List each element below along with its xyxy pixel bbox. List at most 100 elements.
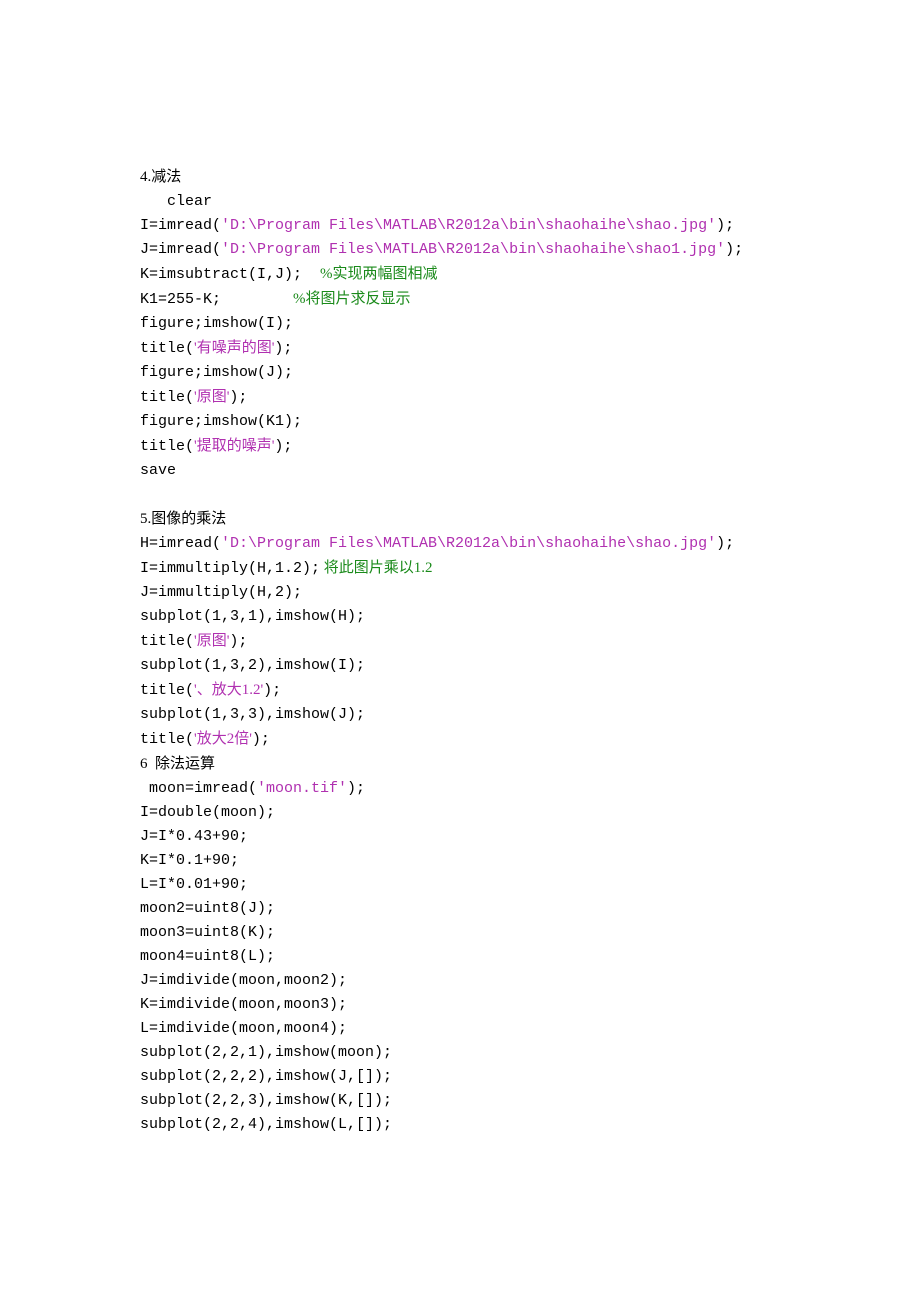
text: subplot(1,3,1),imshow(H); [140, 608, 365, 625]
code-line: J=imread('D:\Program Files\MATLAB\R2012a… [140, 238, 780, 262]
text: save [140, 462, 176, 479]
text: subplot(1,3,3),imshow(J); [140, 706, 365, 723]
code-line: title('原图'); [140, 629, 780, 654]
code-line: subplot(2,2,2),imshow(J,[]); [140, 1065, 780, 1089]
string: '原图' [194, 389, 229, 405]
code-line: I=imread('D:\Program Files\MATLAB\R2012a… [140, 214, 780, 238]
string: '放大2倍' [194, 731, 252, 747]
code-line: K=imdivide(moon,moon3); [140, 993, 780, 1017]
string: 'D:\Program Files\MATLAB\R2012a\bin\shao… [221, 241, 725, 258]
text: moon3=uint8(K); [140, 924, 275, 941]
code-line: moon3=uint8(K); [140, 921, 780, 945]
text: title( [140, 682, 194, 699]
code-line: subplot(2,2,4),imshow(L,[]); [140, 1113, 780, 1137]
comment: %将图片求反显示 [293, 291, 411, 307]
code-line: title('提取的噪声'); [140, 434, 780, 459]
text: subplot(2,2,4),imshow(L,[]); [140, 1116, 392, 1133]
text: H=imread( [140, 535, 221, 552]
text: subplot(1,3,2),imshow(I); [140, 657, 365, 674]
text: ); [274, 438, 292, 455]
code-line: I=double(moon); [140, 801, 780, 825]
code-line: figure;imshow(K1); [140, 410, 780, 434]
string: 'D:\Program Files\MATLAB\R2012a\bin\shao… [221, 217, 716, 234]
text: figure;imshow(K1); [140, 413, 302, 430]
text: 6 除法运算 [140, 756, 215, 772]
text: moon=imread( [149, 780, 257, 797]
text: subplot(2,2,1),imshow(moon); [140, 1044, 392, 1061]
text: title( [140, 731, 194, 748]
code-line: H=imread('D:\Program Files\MATLAB\R2012a… [140, 532, 780, 556]
code-line: I=immultiply(H,1.2); 将此图片乘以1.2 [140, 556, 780, 581]
comment: %实现两幅图相减 [320, 266, 438, 282]
text: ); [725, 241, 743, 258]
code-line: save [140, 459, 780, 483]
text: title( [140, 633, 194, 650]
string: '提取的噪声' [194, 438, 274, 454]
text: ); [229, 633, 247, 650]
code-line: figure;imshow(J); [140, 361, 780, 385]
code-line: subplot(2,2,3),imshow(K,[]); [140, 1089, 780, 1113]
code-line: title('原图'); [140, 385, 780, 410]
text: title( [140, 389, 194, 406]
text: J=imdivide(moon,moon2); [140, 972, 347, 989]
code-line: K=imsubtract(I,J); %实现两幅图相减 [140, 262, 780, 287]
code-line: title('有噪声的图'); [140, 336, 780, 361]
string: '有噪声的图' [194, 340, 274, 356]
string: '原图' [194, 633, 229, 649]
text: ); [716, 217, 734, 234]
text: L=I*0.01+90; [140, 876, 248, 893]
text: ); [229, 389, 247, 406]
text: subplot(2,2,2),imshow(J,[]); [140, 1068, 392, 1085]
code-line: J=I*0.43+90; [140, 825, 780, 849]
text: clear [167, 193, 212, 210]
text: ); [347, 780, 365, 797]
text: subplot(2,2,3),imshow(K,[]); [140, 1092, 392, 1109]
code-line: K=I*0.1+90; [140, 849, 780, 873]
code-line: title('、放大1.2'); [140, 678, 780, 703]
text: J=imread( [140, 241, 221, 258]
text: K1=255-K; [140, 291, 293, 308]
code-line: moon2=uint8(J); [140, 897, 780, 921]
text: 4.减法 [140, 169, 181, 185]
text: ); [716, 535, 734, 552]
text: figure;imshow(I); [140, 315, 293, 332]
text: moon4=uint8(L); [140, 948, 275, 965]
code-line: subplot(1,3,2),imshow(I); [140, 654, 780, 678]
code-line: J=immultiply(H,2); [140, 581, 780, 605]
text: I=double(moon); [140, 804, 275, 821]
section6-title: 6 除法运算 [140, 752, 780, 777]
spacer [140, 483, 780, 507]
comment: 将此图片乘以1.2 [320, 560, 433, 576]
code-line: title('放大2倍'); [140, 727, 780, 752]
text: ); [252, 731, 270, 748]
text: moon2=uint8(J); [140, 900, 275, 917]
code-line: clear [140, 190, 780, 214]
code-line: moon=imread('moon.tif'); [140, 777, 780, 801]
string: '、放大1.2' [194, 682, 263, 698]
text: K=imdivide(moon,moon3); [140, 996, 347, 1013]
section4-title: 4.减法 [140, 165, 780, 190]
text: K=I*0.1+90; [140, 852, 239, 869]
text: I=immultiply(H,1.2); [140, 560, 320, 577]
code-line: subplot(1,3,3),imshow(J); [140, 703, 780, 727]
section5-title: 5.图像的乘法 [140, 507, 780, 532]
text: 5.图像的乘法 [140, 511, 226, 527]
text: ); [263, 682, 281, 699]
code-line: subplot(1,3,1),imshow(H); [140, 605, 780, 629]
code-line: moon4=uint8(L); [140, 945, 780, 969]
text: ); [274, 340, 292, 357]
code-line: L=I*0.01+90; [140, 873, 780, 897]
code-line: subplot(2,2,1),imshow(moon); [140, 1041, 780, 1065]
text: title( [140, 340, 194, 357]
text: figure;imshow(J); [140, 364, 293, 381]
text: I=imread( [140, 217, 221, 234]
code-line: J=imdivide(moon,moon2); [140, 969, 780, 993]
text: K=imsubtract(I,J); [140, 266, 320, 283]
text: J=I*0.43+90; [140, 828, 248, 845]
text: L=imdivide(moon,moon4); [140, 1020, 347, 1037]
text: title( [140, 438, 194, 455]
text: J=immultiply(H,2); [140, 584, 302, 601]
code-line: figure;imshow(I); [140, 312, 780, 336]
string: 'moon.tif' [257, 780, 347, 797]
code-line: L=imdivide(moon,moon4); [140, 1017, 780, 1041]
